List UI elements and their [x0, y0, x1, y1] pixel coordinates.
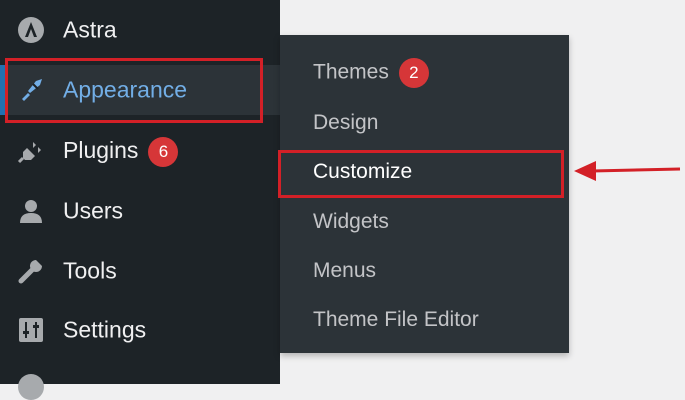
active-indicator — [0, 65, 6, 115]
submenu-item-label: Themes 2 — [313, 57, 429, 88]
sidebar-item-label: Astra — [63, 16, 117, 43]
submenu-item-label: Customize — [313, 159, 413, 183]
user-icon — [16, 196, 46, 226]
sidebar-item-label: Plugins 6 — [63, 137, 179, 167]
submenu-item-menus[interactable]: Menus — [280, 246, 569, 295]
plugins-update-badge: 6 — [148, 137, 179, 167]
appearance-submenu: Themes 2 Design Customize Widgets Menus T… — [280, 35, 569, 353]
wrench-icon — [16, 256, 46, 286]
admin-sidebar: Astra Appearance Plugins 6 Users Tools S… — [0, 0, 280, 400]
submenu-item-label: Theme File Editor — [313, 307, 479, 331]
sidebar-item-plugins[interactable]: Plugins 6 — [0, 127, 280, 177]
sidebar-item-astra[interactable]: Astra — [0, 5, 280, 55]
sliders-icon — [16, 315, 46, 345]
themes-update-badge: 2 — [398, 57, 429, 88]
submenu-item-theme-file-editor[interactable]: Theme File Editor — [280, 295, 569, 344]
sidebar-item-appearance[interactable]: Appearance — [0, 65, 280, 115]
submenu-item-customize[interactable]: Customize — [280, 147, 569, 196]
submenu-item-design[interactable]: Design — [280, 98, 569, 147]
submenu-item-label: Widgets — [313, 209, 389, 233]
collapse-menu-icon[interactable] — [18, 374, 44, 400]
sidebar-item-label: Settings — [63, 316, 147, 343]
sidebar-item-label: Tools — [63, 257, 117, 284]
submenu-item-widgets[interactable]: Widgets — [280, 197, 569, 246]
sidebar-item-settings[interactable]: Settings — [0, 305, 280, 355]
themes-label: Themes — [313, 60, 389, 84]
submenu-item-themes[interactable]: Themes 2 — [280, 48, 569, 97]
paintbrush-icon — [16, 75, 46, 105]
plugin-icon — [16, 137, 46, 167]
sidebar-item-label: Users — [63, 197, 124, 224]
submenu-pointer — [268, 80, 280, 104]
submenu-item-label: Menus — [313, 258, 377, 282]
sidebar-item-users[interactable]: Users — [0, 186, 280, 236]
sidebar-item-tools[interactable]: Tools — [0, 246, 280, 296]
sidebar-item-label: Appearance — [63, 76, 188, 103]
annotation-arrow-icon — [574, 161, 681, 181]
astra-logo-icon — [16, 15, 46, 45]
plugins-label: Plugins — [63, 137, 139, 164]
submenu-item-label: Design — [313, 110, 379, 134]
